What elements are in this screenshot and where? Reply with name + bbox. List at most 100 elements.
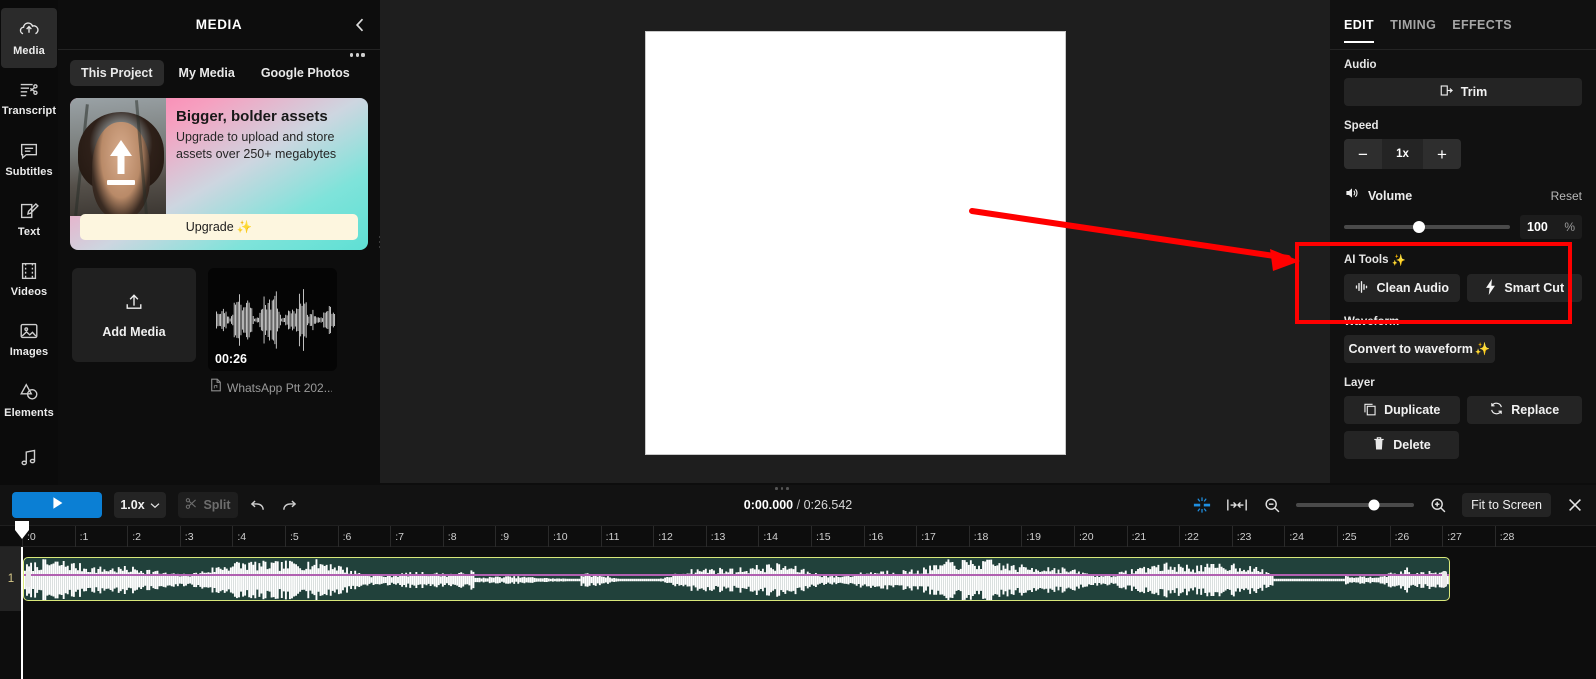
chevron-left-icon[interactable]	[350, 15, 370, 35]
sparkle-icon: ✨	[236, 219, 253, 234]
fit-to-screen-button[interactable]: Fit to Screen	[1462, 493, 1551, 517]
split-button[interactable]: Split	[178, 492, 238, 518]
sidebar-item-transcript[interactable]: Transcript	[1, 68, 57, 128]
audio-clip[interactable]	[23, 557, 1450, 601]
zoom-slider-knob[interactable]	[1368, 499, 1380, 511]
clip-trim-handle-right[interactable]	[1442, 571, 1447, 587]
clean-audio-button[interactable]: Clean Audio	[1344, 274, 1460, 302]
replace-label: Replace	[1511, 403, 1560, 417]
more-options-icon[interactable]	[350, 48, 368, 62]
sidebar-item-media[interactable]: Media	[1, 8, 57, 69]
audio-asset-thumbnail[interactable]: 00:26	[208, 268, 337, 371]
speed-increase-button[interactable]: +	[1423, 139, 1461, 169]
sidebar-item-images[interactable]: Images	[1, 309, 57, 369]
ruler-tick: :9	[495, 526, 509, 548]
delete-label: Delete	[1393, 438, 1431, 452]
ruler-tick: :24	[1284, 526, 1304, 548]
tab-this-project[interactable]: This Project	[70, 60, 164, 86]
film-strip-icon	[18, 260, 40, 282]
tab-my-media[interactable]: My Media	[168, 60, 246, 86]
zoom-in-button[interactable]	[1427, 495, 1449, 515]
trim-button[interactable]: Trim	[1344, 78, 1582, 106]
clip-trim-handle-left[interactable]	[26, 571, 31, 587]
playback-rate-value: 1.0x	[120, 498, 145, 512]
ruler-tick: :23	[1231, 526, 1251, 548]
redo-button[interactable]	[276, 492, 302, 518]
upload-cloud-icon	[18, 19, 40, 41]
sidebar-item-text[interactable]: Text	[1, 189, 57, 249]
volume-slider-knob[interactable]	[1412, 221, 1425, 233]
play-button[interactable]	[12, 492, 102, 518]
total-duration: 0:26.542	[803, 498, 853, 512]
audio-file-icon	[210, 378, 222, 397]
ruler-tick: :28	[1494, 526, 1514, 548]
sidebar-item-videos[interactable]: Videos	[1, 249, 57, 309]
split-label: Split	[203, 498, 231, 512]
timeline-toolbar: 1.0x Split 0:00.000 / 0:26.542 Fit to Sc…	[0, 485, 1596, 525]
volume-reset-button[interactable]: Reset	[1551, 189, 1582, 203]
play-icon	[48, 494, 66, 517]
sidebar-item-label: Media	[13, 45, 45, 58]
ruler-tick: :7	[390, 526, 404, 548]
snap-magnet-button[interactable]	[1191, 495, 1213, 515]
speed-value: 1x	[1396, 148, 1409, 160]
volume-header-row: Volume Reset	[1344, 185, 1582, 206]
asset-cell: 00:26 WhatsApp Ptt 202...	[208, 268, 337, 397]
timeline-zoom-slider[interactable]	[1296, 499, 1415, 511]
media-panel-header: MEDIA	[58, 0, 380, 50]
redo-icon	[282, 499, 296, 510]
ruler-tick: :8	[442, 526, 457, 548]
sidebar-item-label: Transcript	[1, 105, 57, 118]
tab-google-photos[interactable]: Google Photos	[250, 60, 361, 86]
replace-button[interactable]: Replace	[1466, 396, 1582, 424]
volume-value-field[interactable]: 100 %	[1520, 215, 1582, 239]
sparkle-icon: ✨	[1474, 341, 1491, 356]
volume-slider[interactable]	[1344, 221, 1510, 233]
speed-stepper: − 1x +	[1344, 139, 1461, 169]
add-media-label: Add Media	[102, 325, 166, 339]
ruler-tick: :25	[1337, 526, 1357, 548]
playhead-handle[interactable]	[15, 521, 29, 539]
video-preview-canvas[interactable]	[644, 31, 1066, 455]
duplicate-button[interactable]: Duplicate	[1344, 396, 1460, 424]
sidebar-item-subtitles[interactable]: Subtitles	[1, 129, 57, 189]
undo-button[interactable]	[244, 492, 270, 518]
sidebar-item-label: Elements	[4, 406, 54, 419]
sidebar-item-elements[interactable]: Elements	[1, 370, 57, 430]
convert-to-waveform-button[interactable]: Convert to waveform ✨	[1344, 335, 1495, 363]
playback-rate-dropdown[interactable]: 1.0x	[114, 492, 166, 518]
tab-timing[interactable]: TIMING	[1390, 18, 1436, 43]
ruler-tick: :15	[811, 526, 831, 548]
speed-decrease-button[interactable]: −	[1344, 139, 1382, 169]
text-edit-icon	[18, 200, 40, 222]
trash-icon	[1372, 436, 1386, 454]
smart-cut-button[interactable]: Smart Cut	[1466, 274, 1582, 302]
sidebar-item-audio[interactable]	[1, 430, 57, 490]
ruler-tick: :19	[1021, 526, 1041, 548]
ruler-tick: :3	[179, 526, 194, 548]
timeline-right-controls: Fit to Screen	[1191, 493, 1586, 517]
ruler-tick: :21	[1126, 526, 1146, 548]
sparkle-icon: ✨	[1391, 255, 1406, 267]
upload-arrow-icon	[107, 140, 135, 185]
timeline-ruler[interactable]: :0:1:2:3:4:5:6:7:8:9:10:11:12:13:14:15:1…	[0, 525, 1596, 548]
timeline-resize-handle[interactable]	[775, 487, 789, 490]
fit-markers-button[interactable]	[1226, 495, 1248, 515]
tab-edit[interactable]: EDIT	[1344, 18, 1375, 43]
upgrade-button[interactable]: Upgrade ✨	[80, 214, 358, 240]
duplicate-label: Duplicate	[1384, 403, 1441, 417]
ruler-tick: :13	[705, 526, 725, 548]
delete-button[interactable]: Delete	[1344, 431, 1459, 459]
track-number: 1	[7, 573, 15, 585]
zoom-out-button[interactable]	[1261, 495, 1283, 515]
timeline-tracks: 1	[0, 547, 1596, 679]
ruler-tick: :11	[600, 526, 619, 548]
tab-effects[interactable]: EFFECTS	[1452, 18, 1512, 43]
asset-duration: 00:26	[215, 352, 247, 366]
close-icon	[1569, 499, 1581, 511]
ruler-tick: :14	[758, 526, 778, 548]
upgrade-promo-card[interactable]: Bigger, bolder assets Upgrade to upload …	[70, 98, 368, 250]
add-media-button[interactable]: Add Media	[72, 268, 196, 362]
copy-icon	[1363, 402, 1377, 419]
close-timeline-button[interactable]	[1564, 494, 1586, 516]
